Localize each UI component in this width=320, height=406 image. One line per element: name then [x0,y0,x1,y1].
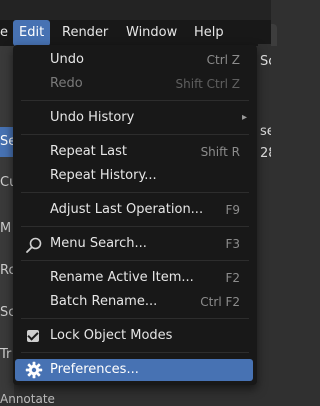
menu-item-label: Repeat Last [50,144,127,159]
menu-item-redo[interactable]: Redo Shift Ctrl Z [15,73,255,95]
menu-item-label: Undo History [50,110,135,125]
menu-item-shortcut: F3 [225,237,240,251]
menu-item-label: Repeat History... [50,168,157,183]
menu-item-label: Rename Active Item... [50,270,194,285]
menu-item-label: Undo [50,52,84,67]
edit-menu: Undo Ctrl Z Redo Shift Ctrl Z Undo Histo… [13,45,257,385]
menu-item-shortcut: F9 [225,203,240,217]
menu-separator [21,100,249,101]
left-tab-label: M [0,221,12,236]
right-panel-line: 28) [260,146,271,161]
left-tab-1[interactable]: Cu [0,168,14,198]
menu-item-label: Preferences... [50,362,139,377]
left-tab-0[interactable]: Se [0,127,14,157]
menu-item-label: Redo [50,76,83,91]
menu-separator [21,352,249,353]
menubar-item-window[interactable]: Window [120,20,183,46]
menu-separator [21,260,249,261]
left-tab-label: Tr [0,347,12,362]
menu-item-undo[interactable]: Undo Ctrl Z [15,49,255,71]
left-tab-label: Cu [0,175,14,190]
submenu-arrow-icon: ▸ [241,112,247,123]
menu-item-batch-rename[interactable]: Batch Rename... Ctrl F2 [15,291,255,313]
menu-item-shortcut: Shift R [200,145,240,159]
menu-item-shortcut: Shift Ctrl Z [175,77,240,91]
menu-item-preferences[interactable]: Preferences... [15,359,253,381]
menubar-item-help[interactable]: Help [188,20,230,46]
menu-item-label: Menu Search... [50,236,147,251]
left-tab-4[interactable]: Sc [0,298,14,328]
menu-separator [21,134,249,135]
menu-item-shortcut: F2 [225,271,240,285]
menu-item-repeat-last[interactable]: Repeat Last Shift R [15,141,255,163]
menu-separator [21,226,249,227]
right-panel-line: se [260,124,271,139]
menu-item-shortcut: Ctrl F2 [200,295,240,309]
menu-item-undo-history[interactable]: Undo History ▸ [15,107,255,129]
menu-item-label: Batch Rename... [50,294,158,309]
gear-icon [25,361,43,379]
menubar-item-edit[interactable]: Edit [13,20,51,46]
menu-item-shortcut: Ctrl Z [206,53,240,67]
menu-item-adjust-last-operation[interactable]: Adjust Last Operation... F9 [15,199,255,221]
menu-separator [21,318,249,319]
left-tab-5[interactable]: Tr [0,340,14,370]
search-icon [26,237,42,253]
right-panel-line: Sc [260,54,271,69]
left-tab-3[interactable]: Ro [0,256,14,286]
menubar-item-file[interactable]: e [0,20,14,46]
menu-item-rename-active-item[interactable]: Rename Active Item... F2 [15,267,255,289]
menu-separator [21,192,249,193]
menu-item-lock-object-modes[interactable]: Lock Object Modes [15,325,255,347]
checkbox-icon[interactable] [27,330,39,342]
menu-item-repeat-history[interactable]: Repeat History... [15,165,255,187]
left-tab-label: Ro [0,263,14,278]
left-tab-label: Sc [0,305,14,320]
menubar-item-render[interactable]: Render [56,20,114,46]
footer-partial-text: Annotate [0,392,55,406]
left-tab-2[interactable]: M [0,214,14,244]
menu-item-label: Adjust Last Operation... [50,202,204,217]
menu-bar: e Edit Render Window Help [0,20,271,46]
menu-item-label: Lock Object Modes [50,328,173,343]
menu-item-menu-search[interactable]: Menu Search... F3 [15,233,255,255]
right-panel: Sc se 28) [258,44,271,401]
left-tab-label: Se [0,134,14,149]
